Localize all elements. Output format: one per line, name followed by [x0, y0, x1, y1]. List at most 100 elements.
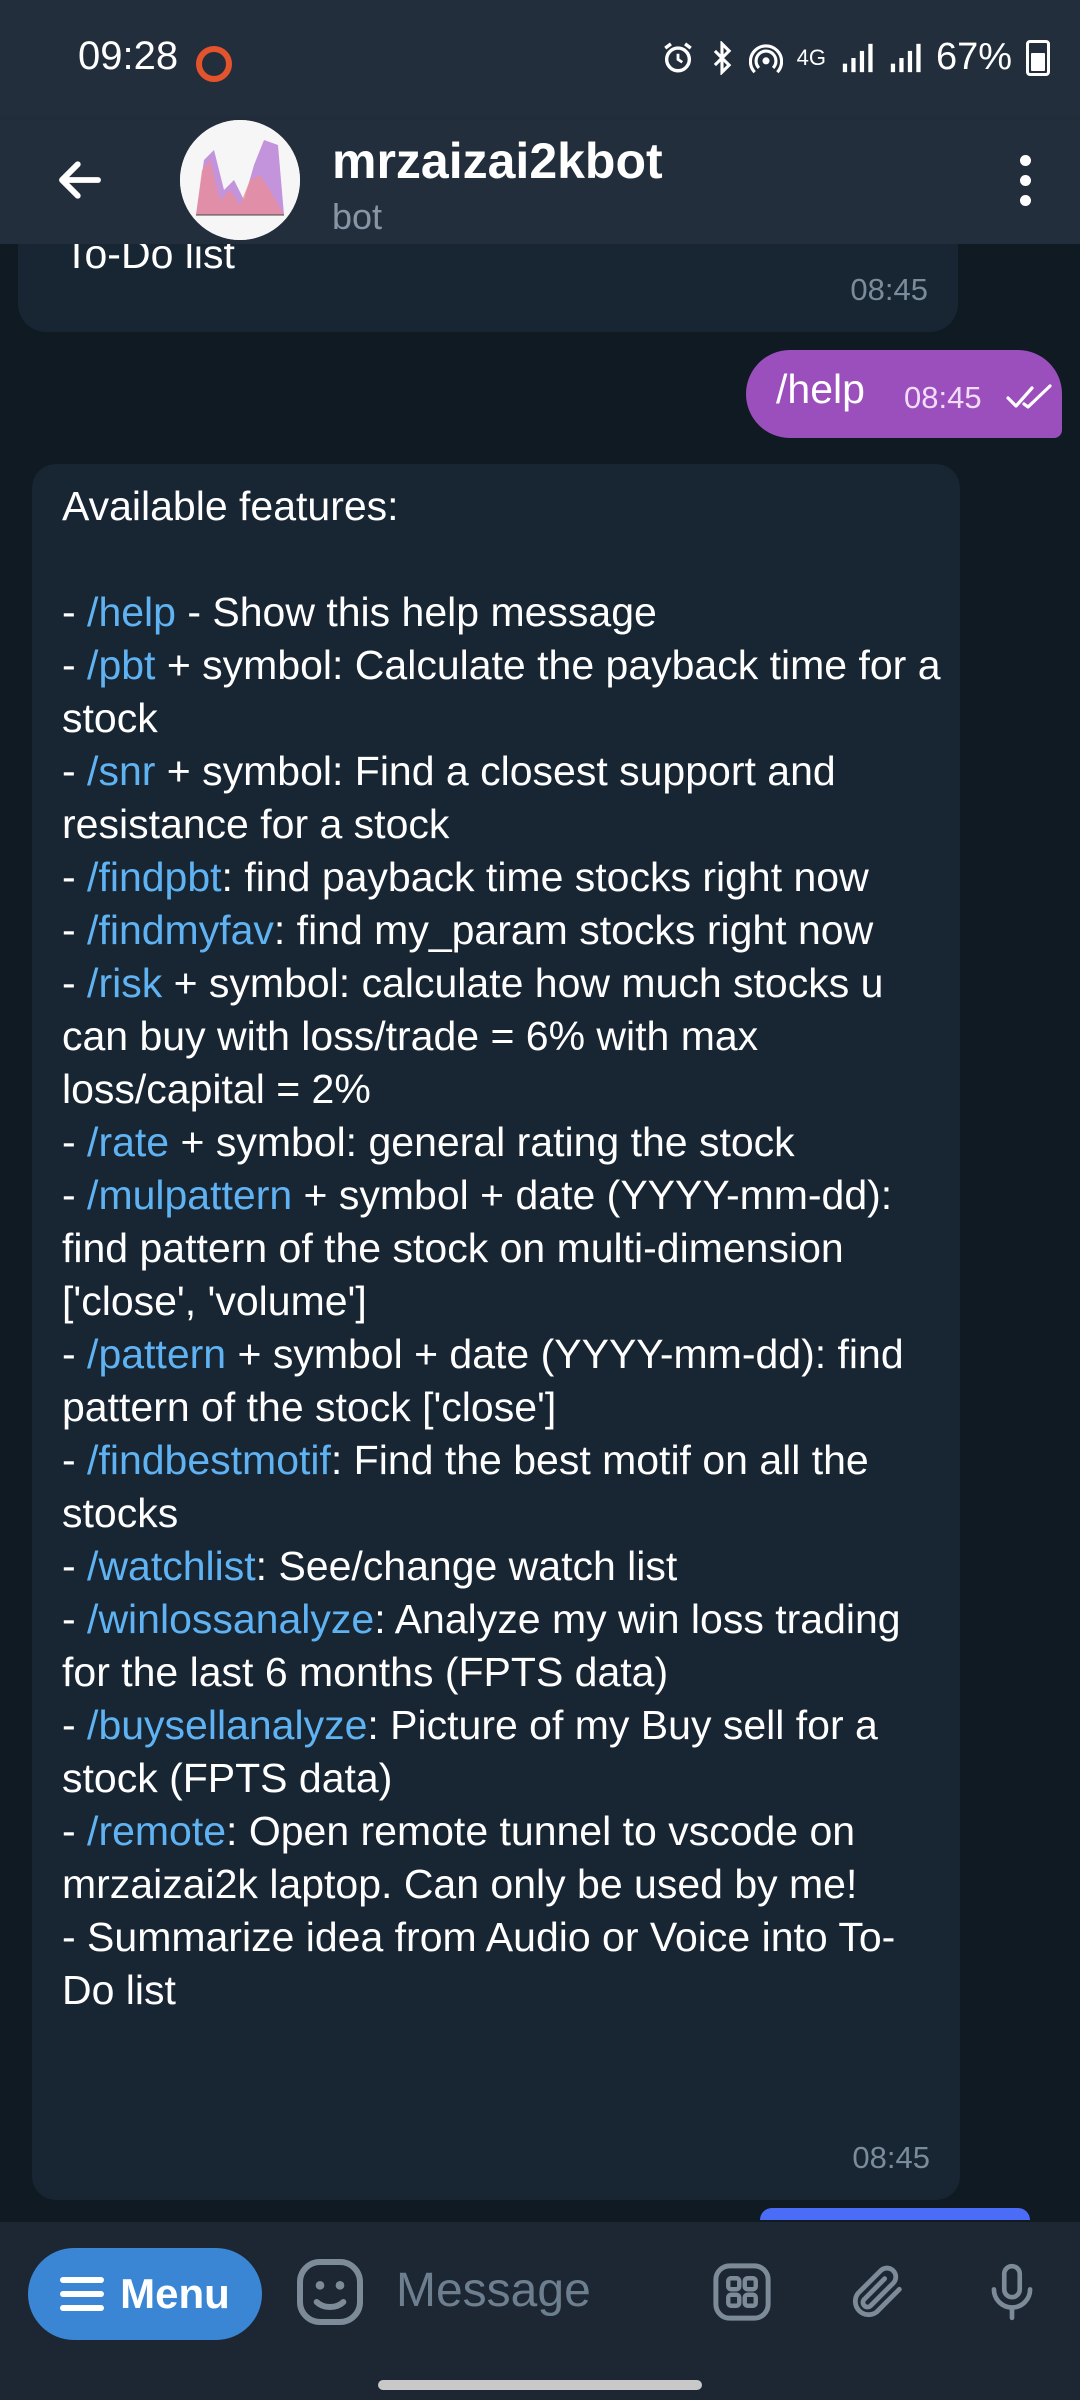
help-line: - /pbt + symbol: Calculate the payback t…	[62, 639, 942, 745]
signal-icon	[842, 43, 873, 72]
help-line: - /buysellanalyze: Picture of my Buy sel…	[62, 1699, 942, 1805]
status-time: 09:28	[78, 34, 179, 78]
help-line-prefix: -	[62, 1119, 88, 1165]
command-link[interactable]: /buysellanalyze	[87, 1702, 367, 1748]
command-link[interactable]: /findmyfav	[87, 907, 274, 953]
commands-icon	[713, 2263, 771, 2321]
signal-icon-2	[890, 43, 921, 72]
command-link[interactable]: /winlossanalyze	[87, 1596, 374, 1642]
help-line-prefix: -	[62, 854, 88, 900]
command-link[interactable]: /snr	[87, 748, 155, 794]
more-options-button[interactable]	[990, 140, 1060, 220]
chat-header: mrzaizai2kbot bot	[0, 120, 1080, 244]
command-link[interactable]: /pattern	[87, 1331, 226, 1377]
network-type: 4G	[796, 44, 826, 70]
command-link[interactable]: /findbestmotif	[87, 1437, 331, 1483]
avatar-chart	[180, 120, 300, 240]
help-line-text: : See/change watch list	[255, 1543, 678, 1589]
message-text: /help	[776, 366, 865, 412]
chat-title[interactable]: mrzaizai2kbot	[332, 132, 663, 190]
emoji-icon[interactable]	[290, 2252, 370, 2332]
help-line-prefix: -	[62, 1543, 88, 1589]
hotspot-icon	[748, 43, 783, 73]
help-line-prefix: -	[62, 960, 88, 1006]
chat-subtitle: bot	[332, 196, 383, 237]
attach-icon	[852, 2265, 902, 2318]
help-line-text: : find payback time stocks right now	[221, 854, 869, 900]
message-text: Available features: - /help - Show this …	[62, 480, 942, 2017]
command-link[interactable]: /watchlist	[87, 1543, 256, 1589]
command-link[interactable]: /risk	[87, 960, 162, 1006]
more-vert-icon	[1019, 154, 1031, 166]
command-link[interactable]: /remote	[87, 1808, 226, 1854]
help-line-prefix: -	[62, 1596, 88, 1642]
commands-button[interactable]	[702, 2252, 782, 2332]
help-line-text: - Show this help message	[175, 589, 657, 635]
help-line: - /mulpattern + symbol + date (YYYY-mm-d…	[62, 1169, 942, 1328]
menu-button[interactable]: Menu	[28, 2248, 262, 2340]
help-line: - /findpbt: find payback time stocks rig…	[62, 851, 942, 904]
help-line: - /watchlist: See/change watch list	[62, 1540, 942, 1593]
help-line-text: Summarize idea from Audio or Voice into …	[62, 1914, 896, 2013]
alarm-icon	[663, 41, 692, 72]
command-link[interactable]: /mulpattern	[87, 1172, 292, 1218]
help-line-prefix: -	[62, 1172, 88, 1218]
help-line: - /winlossanalyze: Analyze my win loss t…	[62, 1593, 942, 1699]
help-line: - /snr + symbol: Find a closest support …	[62, 745, 942, 851]
avatar[interactable]	[180, 120, 300, 240]
help-intro: Available features:	[62, 483, 399, 529]
help-line: - /pattern + symbol + date (YYYY-mm-dd):…	[62, 1328, 942, 1434]
inline-keyboard-button[interactable]	[760, 2208, 1030, 2220]
message-time: 08:45	[852, 2140, 930, 2175]
input-bar: Menu	[0, 2220, 1080, 2346]
help-line: - /remote: Open remote tunnel to vscode …	[62, 1805, 942, 1911]
help-line-prefix: -	[62, 748, 88, 794]
help-line-text: + symbol: Find a closest support and res…	[62, 748, 848, 847]
menu-label: Menu	[120, 2270, 230, 2317]
help-line-text: + symbol: general rating the stock	[169, 1119, 795, 1165]
command-link[interactable]: /findpbt	[87, 854, 222, 900]
battery-icon	[1026, 39, 1050, 76]
help-line: - /findmyfav: find my_param stocks right…	[62, 904, 942, 957]
help-line-text: : find my_param stocks right now	[273, 907, 874, 953]
help-line-prefix: -	[62, 642, 88, 688]
message-time: 08:45	[850, 272, 928, 307]
help-line-text: + symbol: Calculate the payback time for…	[62, 642, 952, 741]
help-line: - Summarize idea from Audio or Voice int…	[62, 1911, 942, 2017]
message-incoming[interactable]: Available features: - /help - Show this …	[32, 464, 960, 2200]
help-line: - /risk + symbol: calculate how much sto…	[62, 957, 942, 1116]
back-button[interactable]	[40, 140, 120, 220]
command-link[interactable]: /rate	[87, 1119, 169, 1165]
status-bar: 09:28 4G 67%	[0, 0, 1080, 120]
mic-icon	[991, 2263, 1033, 2321]
home-gesture-handle[interactable]	[378, 2380, 702, 2390]
help-line-prefix: -	[62, 1331, 88, 1377]
battery-level: 67%	[935, 36, 1012, 78]
help-line-prefix: -	[62, 589, 88, 635]
help-line-prefix: -	[62, 1914, 88, 1960]
bluetooth-icon	[713, 40, 731, 75]
more-dot	[1019, 194, 1031, 206]
command-link[interactable]: /pbt	[87, 642, 155, 688]
help-line-prefix: -	[62, 1702, 88, 1748]
system-nav-bar	[0, 2344, 1080, 2400]
chat-area[interactable]: To-Do list 08:45 /help 08:45 Available f…	[0, 244, 1080, 2220]
message-time: 08:45	[904, 380, 982, 415]
back-arrow-icon	[59, 161, 101, 199]
read-checkmarks-icon	[1006, 384, 1052, 409]
voice-button[interactable]	[972, 2252, 1052, 2332]
message-outgoing[interactable]: /help 08:45	[746, 350, 1062, 438]
help-line-text: + symbol: calculate how much stocks u ca…	[62, 960, 895, 1112]
help-line: - /findbestmotif: Find the best motif on…	[62, 1434, 942, 1540]
message-text: To-Do list	[64, 244, 235, 277]
attach-button[interactable]	[838, 2252, 918, 2332]
record-icon	[196, 46, 232, 82]
help-line: - /help - Show this help message	[62, 586, 942, 639]
help-line-prefix: -	[62, 1808, 88, 1854]
more-dot	[1019, 174, 1031, 186]
help-line-prefix: -	[62, 1437, 88, 1483]
command-link[interactable]: /help	[87, 589, 176, 635]
status-icons: 4G 67%	[661, 36, 1050, 79]
message-incoming[interactable]: To-Do list 08:45	[18, 244, 958, 332]
message-input[interactable]	[394, 2262, 678, 2319]
